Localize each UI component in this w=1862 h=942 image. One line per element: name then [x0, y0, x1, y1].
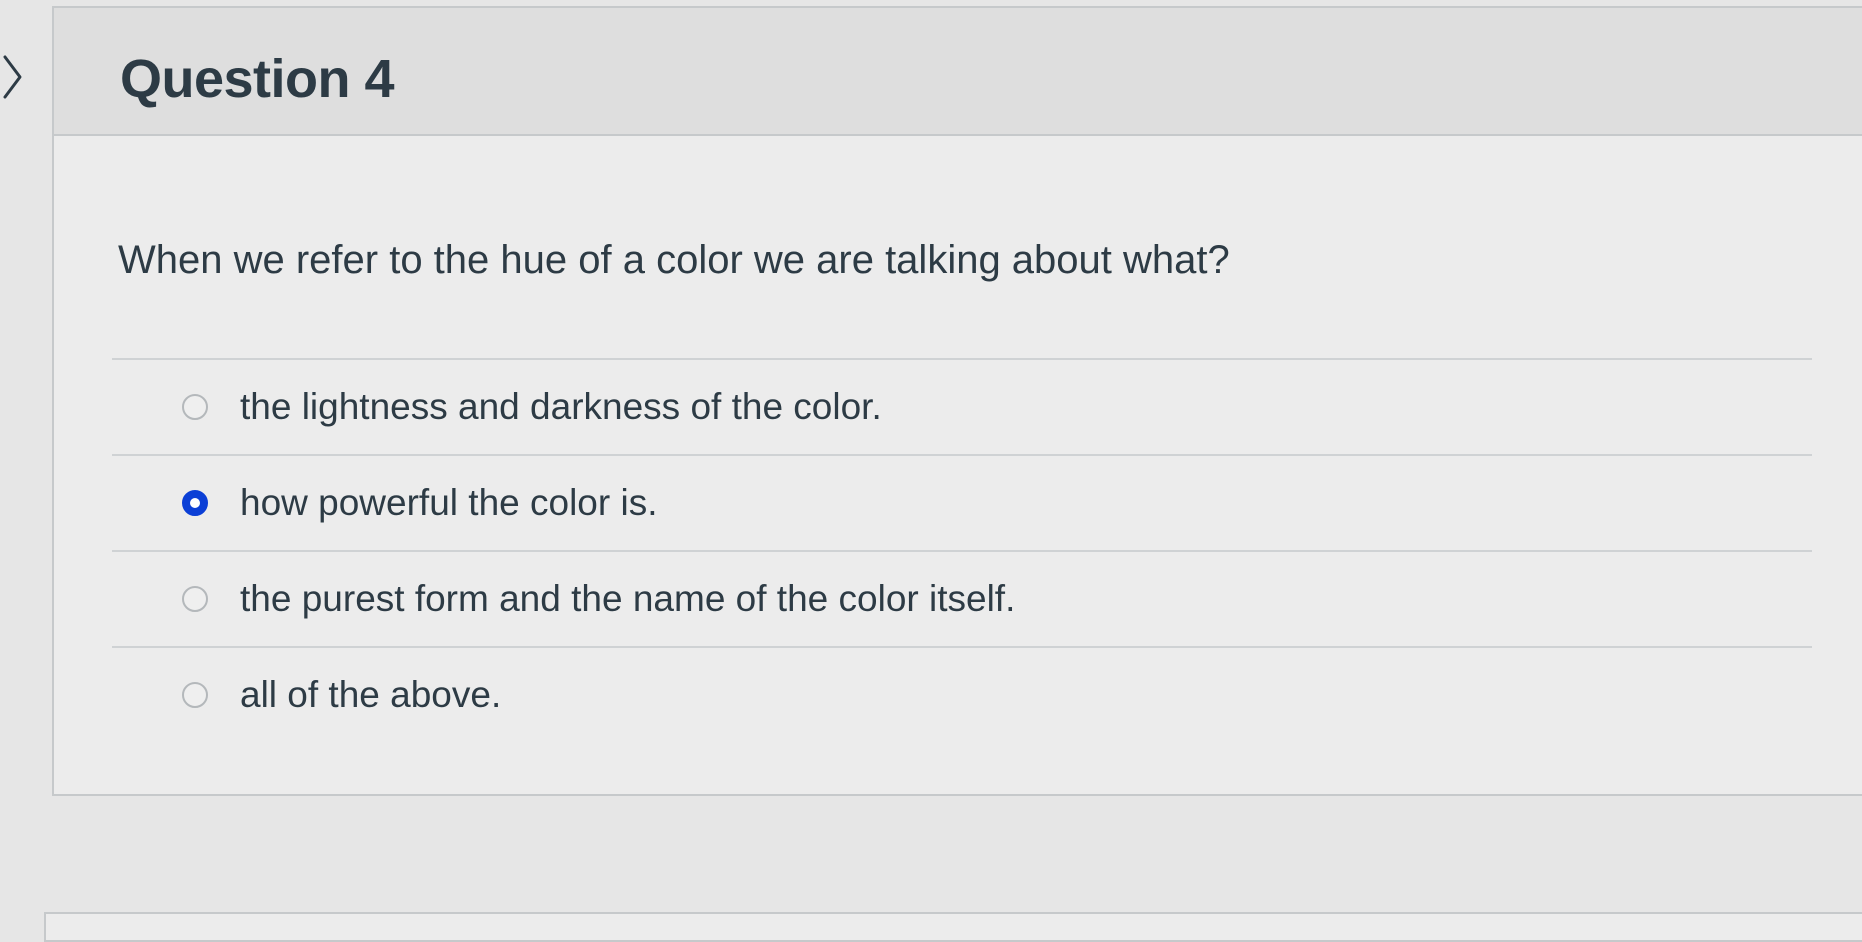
answer-option-1[interactable]: the lightness and darkness of the color.	[112, 358, 1812, 454]
answer-option-3[interactable]: the purest form and the name of the colo…	[112, 550, 1812, 646]
answer-label: the lightness and darkness of the color.	[240, 386, 882, 427]
answer-list: the lightness and darkness of the color.…	[112, 358, 1812, 742]
radio-button-icon[interactable]	[182, 394, 208, 420]
previous-question-chevron-icon[interactable]	[0, 38, 26, 116]
next-question-card	[44, 912, 1862, 942]
radio-button-icon[interactable]	[182, 682, 208, 708]
question-card: Question 4 When we refer to the hue of a…	[52, 6, 1862, 796]
radio-button-selected-icon[interactable]	[182, 490, 208, 516]
answer-option-2[interactable]: how powerful the color is.	[112, 454, 1812, 550]
radio-button-icon[interactable]	[182, 586, 208, 612]
question-prompt: When we refer to the hue of a color we a…	[118, 238, 1230, 282]
question-title: Question 4	[120, 49, 395, 109]
answer-label: the purest form and the name of the colo…	[240, 578, 1016, 619]
answer-label: all of the above.	[240, 674, 502, 715]
chevron-right-icon	[3, 55, 22, 99]
answer-option-4[interactable]: all of the above.	[112, 646, 1812, 742]
question-header: Question 4	[54, 8, 1862, 136]
answer-label: how powerful the color is.	[240, 482, 658, 523]
